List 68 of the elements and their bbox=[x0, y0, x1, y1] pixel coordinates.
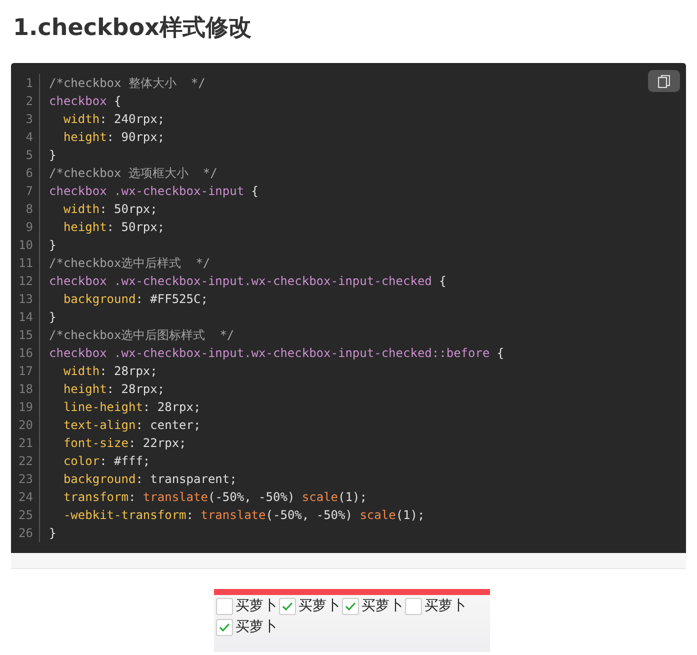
code-line: font-size: 22rpx; bbox=[62, 436, 186, 450]
line-number: 18 bbox=[11, 380, 40, 398]
code-line: /*checkbox选中后图标样式 */ bbox=[49, 328, 234, 342]
line-number: 2 bbox=[11, 92, 40, 110]
line-number: 12 bbox=[11, 272, 40, 290]
code-line: background: #FF525C; bbox=[62, 292, 208, 306]
code-line: } bbox=[49, 310, 56, 324]
line-number: 21 bbox=[11, 434, 40, 452]
checkbox-label: 买萝卜 bbox=[424, 597, 466, 615]
checkbox-label: 买萝卜 bbox=[298, 597, 340, 615]
line-number: 19 bbox=[11, 398, 40, 416]
line-number: 8 bbox=[11, 200, 40, 218]
check-icon bbox=[218, 622, 230, 632]
copy-icon bbox=[658, 74, 670, 88]
code-line: checkbox { bbox=[49, 94, 122, 108]
line-number: 7 bbox=[11, 182, 40, 200]
code-line: } bbox=[49, 148, 56, 162]
code-line: width: 50rpx; bbox=[62, 202, 158, 216]
line-number: 24 bbox=[11, 488, 40, 506]
line-number: 1 bbox=[11, 74, 40, 92]
line-number: 10 bbox=[11, 236, 40, 254]
code-line: color: #fff; bbox=[62, 454, 150, 468]
code-line: } bbox=[49, 238, 56, 252]
checkbox-label: 买萝卜 bbox=[362, 597, 404, 615]
line-number: 25 bbox=[11, 506, 40, 524]
line-number: 6 bbox=[11, 164, 40, 182]
code-line: /*checkbox 整体大小 */ bbox=[49, 76, 206, 90]
checkbox[interactable] bbox=[216, 598, 232, 614]
line-number: 4 bbox=[11, 128, 40, 146]
line-number: 17 bbox=[11, 362, 40, 380]
line-number: 9 bbox=[11, 218, 40, 236]
check-icon bbox=[282, 602, 292, 610]
line-number: 13 bbox=[11, 290, 40, 308]
line-number: 22 bbox=[11, 452, 40, 470]
line-number: 23 bbox=[11, 470, 40, 488]
line-number: 11 bbox=[11, 254, 40, 272]
code-line: width: 28rpx; bbox=[62, 364, 158, 378]
code-line: height: 90rpx; bbox=[62, 130, 165, 144]
line-number: 3 bbox=[11, 110, 40, 128]
line-number: 5 bbox=[11, 146, 40, 164]
checkbox[interactable] bbox=[278, 598, 296, 614]
check-icon bbox=[344, 602, 356, 610]
line-number: 26 bbox=[11, 524, 40, 542]
code-line: /*checkbox选中后样式 */ bbox=[49, 256, 210, 270]
checkbox-label: 买萝卜 bbox=[236, 597, 278, 615]
checkbox-label: 买萝卜 bbox=[236, 618, 278, 636]
code-line: text-align: center; bbox=[62, 418, 201, 432]
copy-button[interactable] bbox=[648, 70, 680, 92]
code-line: transform: translate(-50%, -50%) scale(1); bbox=[62, 490, 367, 504]
checkbox[interactable] bbox=[342, 598, 358, 614]
code-line: height: 28rpx; bbox=[62, 382, 165, 396]
code-line: background: transparent; bbox=[62, 472, 237, 486]
code-line: width: 240rpx; bbox=[62, 112, 165, 126]
code-line: checkbox .wx-checkbox-input.wx-checkbox-input-checked { bbox=[49, 274, 446, 288]
code-line: line-height: 28rpx; bbox=[62, 400, 201, 414]
line-number: 20 bbox=[11, 416, 40, 434]
line-number: 16 bbox=[11, 344, 40, 362]
code-line: } bbox=[49, 526, 56, 540]
checkbox[interactable] bbox=[404, 598, 422, 614]
code-line: checkbox .wx-checkbox-input { bbox=[49, 184, 259, 198]
code-line: checkbox .wx-checkbox-input.wx-checkbox-input-checked::before { bbox=[49, 346, 504, 360]
code-line: height: 50rpx; bbox=[62, 220, 165, 234]
code-line: /*checkbox 选项框大小 */ bbox=[49, 166, 218, 180]
line-number: 14 bbox=[11, 308, 40, 326]
line-number: 15 bbox=[11, 326, 40, 344]
section-heading: 1.checkbox样式修改 bbox=[13, 14, 252, 43]
checkbox[interactable] bbox=[216, 618, 232, 636]
code-line: -webkit-transform: translate(-50%, -50%) scale(1); bbox=[62, 508, 425, 522]
